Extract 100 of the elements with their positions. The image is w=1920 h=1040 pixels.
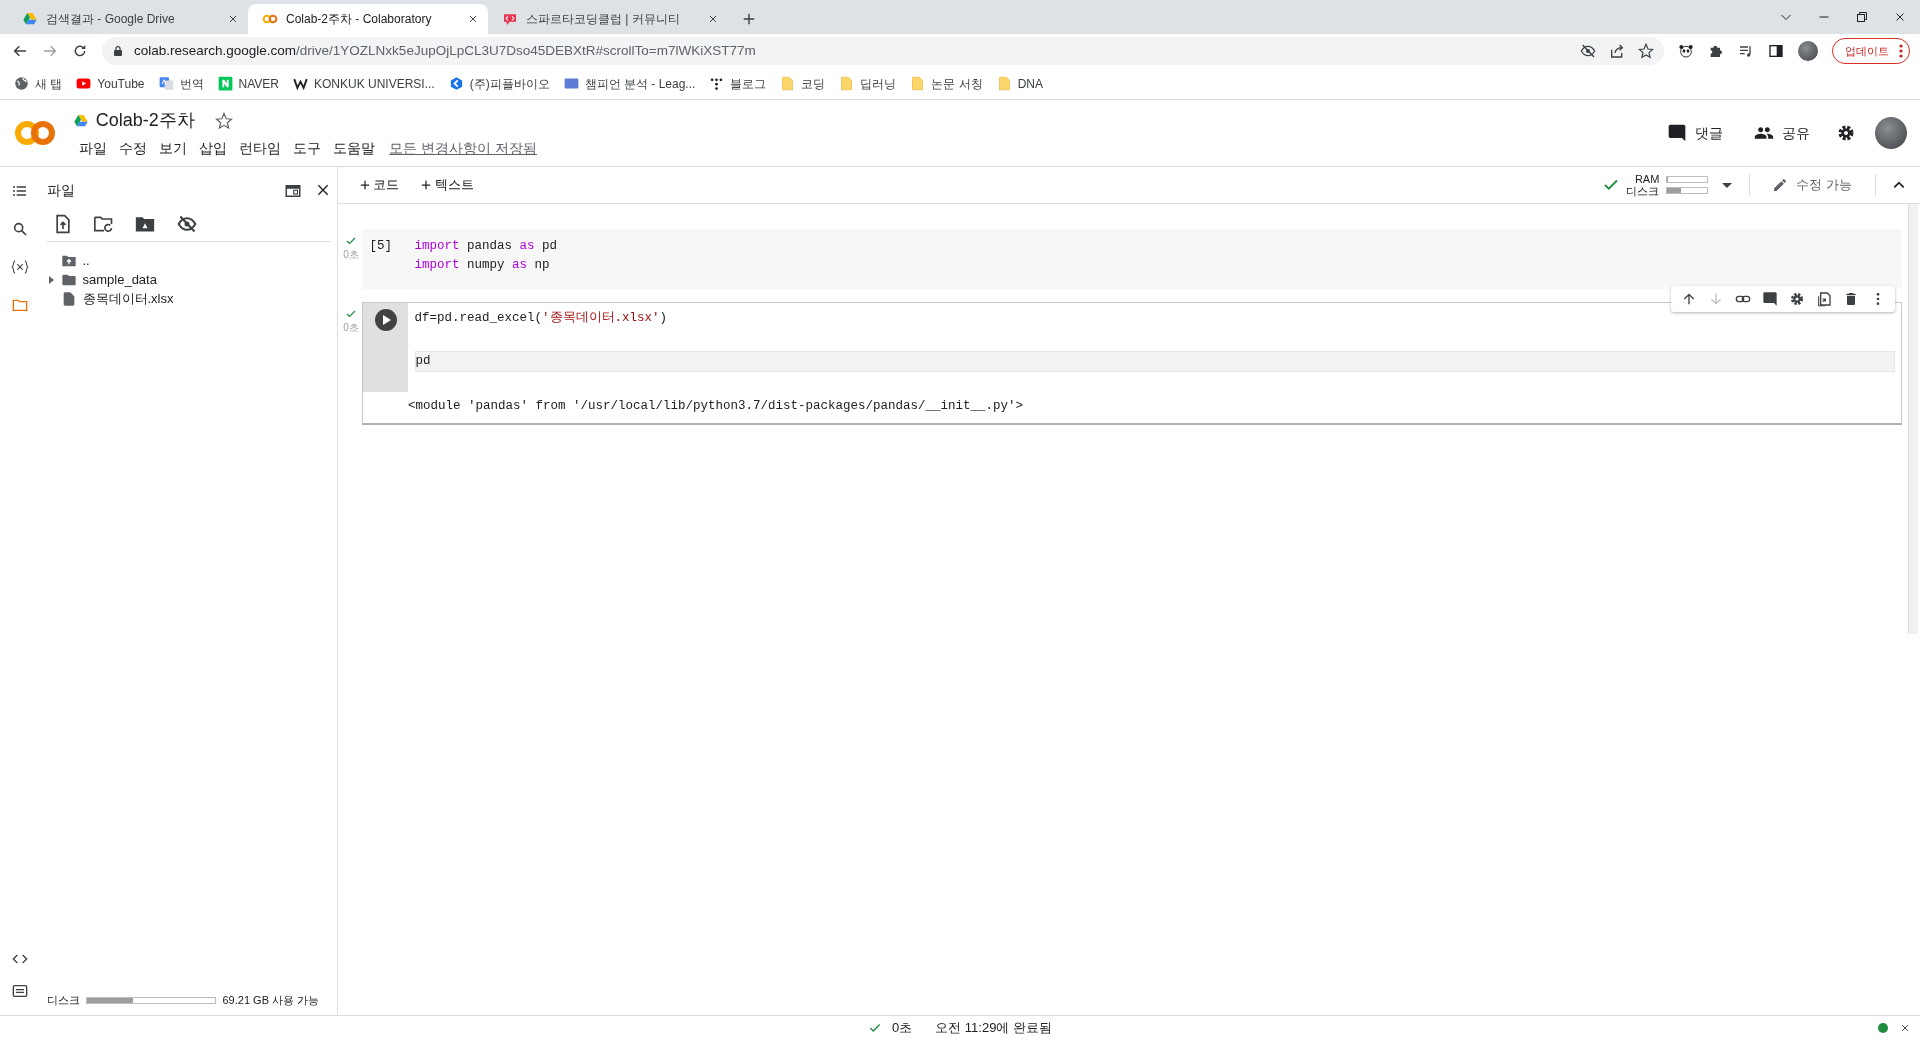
add-cell-button[interactable]: 코드 xyxy=(352,173,408,197)
bookmark[interactable]: (주)피플바이오 xyxy=(448,74,550,93)
close-icon[interactable] xyxy=(1900,1023,1910,1033)
colab-logo-icon xyxy=(14,120,56,146)
address-bar[interactable]: colab.research.google.com/drive/1YOZLNxk5eJupOjLpCL3U7Dso45DEBXtR#scrollTo=m7lWKiXST77m xyxy=(102,37,1664,65)
bookmark[interactable]: NAVER xyxy=(217,74,279,93)
search-icon[interactable] xyxy=(12,221,28,237)
code-cell[interactable]: df=pd.read_excel('종목데이터.xlsx') pd <module 'pandas' from '/usr/local/lib/python3.7/dist-packages/pandas/__init__.py'> xyxy=(362,301,1902,426)
arrow-logo-icon xyxy=(448,76,464,91)
panda-extension-icon[interactable] xyxy=(1678,43,1694,59)
header-action[interactable]: 공유 xyxy=(1748,121,1816,145)
bookmark[interactable]: 새 탭 xyxy=(14,74,63,93)
menu-item[interactable]: 파일 xyxy=(73,137,114,159)
cell-output: <module 'pandas' from '/usr/local/lib/python3.7/dist-packages/pandas/__init__.py'> xyxy=(407,397,1025,415)
folder-icon xyxy=(910,76,926,91)
eye-slash-icon[interactable] xyxy=(1580,43,1596,59)
folder-icon[interactable] xyxy=(12,297,28,313)
side-panel-icon[interactable] xyxy=(1768,43,1784,59)
square-logo-icon xyxy=(217,76,233,91)
upload-file-icon[interactable] xyxy=(53,214,73,234)
completion-time: 오전 11:29에 완료됨 xyxy=(935,1019,1052,1038)
close-icon[interactable] xyxy=(228,14,238,24)
dots-icon xyxy=(709,76,725,91)
reload-icon[interactable] xyxy=(72,43,88,59)
browser-tab[interactable]: 검색결과 - Google Drive xyxy=(8,4,248,34)
restore-icon[interactable] xyxy=(1856,11,1868,23)
close-icon[interactable] xyxy=(1894,11,1906,23)
drive-folder-icon[interactable] xyxy=(134,214,156,234)
mirror-cell-icon[interactable] xyxy=(1815,290,1832,307)
new-tab-icon[interactable] xyxy=(742,12,756,26)
menu-item[interactable]: 보기 xyxy=(153,137,194,159)
site-logo-icon xyxy=(563,76,579,91)
menu-item[interactable]: 삽입 xyxy=(193,137,234,159)
share-icon[interactable] xyxy=(1609,43,1625,59)
run-duration: 0초 xyxy=(892,1019,913,1038)
code-line: import pandas as pd xyxy=(414,237,559,255)
bookmark[interactable]: 논문 서칭 xyxy=(910,74,983,93)
translate-icon xyxy=(158,76,174,91)
bookmark[interactable]: 번역 xyxy=(158,74,204,93)
play-logo-icon xyxy=(76,76,92,91)
settings-icon[interactable] xyxy=(1788,290,1805,307)
comment-icon[interactable] xyxy=(1761,290,1778,307)
puzzle-icon[interactable] xyxy=(1708,43,1724,59)
bookmark[interactable]: KONKUK UNIVERSI... xyxy=(292,74,435,93)
menu-item[interactable]: 수정 xyxy=(113,137,154,159)
playlist-icon[interactable] xyxy=(1738,43,1754,59)
file-tree-item[interactable]: sample_data xyxy=(46,270,337,290)
header-action[interactable]: 댓글 xyxy=(1660,121,1729,145)
add-cell-button[interactable]: 텍스트 xyxy=(413,173,482,197)
eye-slash-icon[interactable] xyxy=(175,214,198,234)
save-status-link[interactable]: 모든 변경사항이 저장됨 xyxy=(381,137,538,159)
bookmark[interactable]: 딥러닝 xyxy=(839,74,897,93)
profile-avatar[interactable] xyxy=(1798,41,1818,61)
terminal-icon[interactable] xyxy=(12,983,28,999)
bookmark[interactable]: YouTube xyxy=(76,74,145,93)
execution-time: 0초 xyxy=(343,248,359,262)
disk-label: 디스크 xyxy=(46,993,80,1008)
folder-refresh-icon[interactable] xyxy=(92,214,115,234)
tab-favicon-icon xyxy=(22,11,38,27)
bookmark[interactable]: 챔피언 분석 - Leag... xyxy=(563,74,696,93)
account-avatar[interactable] xyxy=(1875,117,1907,149)
bookmark[interactable]: 코딩 xyxy=(780,74,826,93)
star-icon[interactable] xyxy=(215,111,234,130)
menu-item[interactable]: 도구 xyxy=(287,137,328,159)
bookmark[interactable]: 블로그 xyxy=(709,74,767,93)
plus-icon xyxy=(360,180,370,190)
lock-icon xyxy=(112,45,124,57)
variables-icon[interactable] xyxy=(11,259,29,275)
url-text: colab.research.google.com/drive/1YOZLNxk5eJupOjLpCL3U7Dso45DEBXtR#scrollTo=m7lWKiXST77m xyxy=(134,41,756,60)
star-icon[interactable] xyxy=(1638,43,1654,59)
globe-icon xyxy=(14,76,29,91)
menu-item[interactable]: 도움말 xyxy=(327,137,382,159)
w-shape-icon xyxy=(292,76,308,91)
menu-item[interactable]: 런타임 xyxy=(233,137,288,159)
dropdown-caret-icon[interactable] xyxy=(1722,180,1733,190)
plus-icon xyxy=(421,180,432,190)
file-tree-item[interactable]: 종목데이터.xlsx xyxy=(46,289,337,309)
panel-title: 파일 xyxy=(46,181,75,200)
tab-favicon-icon xyxy=(502,11,518,27)
back-icon[interactable] xyxy=(12,43,28,59)
comment-icon xyxy=(1666,123,1687,143)
pencil-icon xyxy=(1772,177,1789,193)
code-line: import numpy as np xyxy=(414,256,551,274)
browser-tab[interactable]: Colab-2주차 - Colaboratory xyxy=(248,4,488,34)
execution-time: 0초 xyxy=(343,320,359,335)
run-button[interactable] xyxy=(374,308,397,331)
list-icon[interactable] xyxy=(12,183,28,199)
drive-icon xyxy=(73,112,90,129)
file-tree-item[interactable]: .. xyxy=(46,251,337,271)
scrollbar[interactable] xyxy=(1908,204,1918,634)
disk-free-text: 69.21 GB 사용 가능 xyxy=(222,993,320,1008)
close-icon[interactable] xyxy=(708,14,718,24)
update-button[interactable]: 업데이트 xyxy=(1832,38,1910,64)
notebook-title[interactable]: Colab-2주차 xyxy=(95,107,195,135)
edit-mode-button[interactable]: 수정 가능 xyxy=(1766,174,1858,196)
close-icon[interactable] xyxy=(468,14,478,24)
bookmark[interactable]: DNA xyxy=(996,74,1044,93)
caret-right-icon[interactable] xyxy=(46,275,55,284)
browser-tab[interactable]: 스파르타코딩클럽 | 커뮤니티 xyxy=(488,4,728,34)
code-cell[interactable]: [5] import pandas as pd import numpy as np xyxy=(362,229,1902,289)
